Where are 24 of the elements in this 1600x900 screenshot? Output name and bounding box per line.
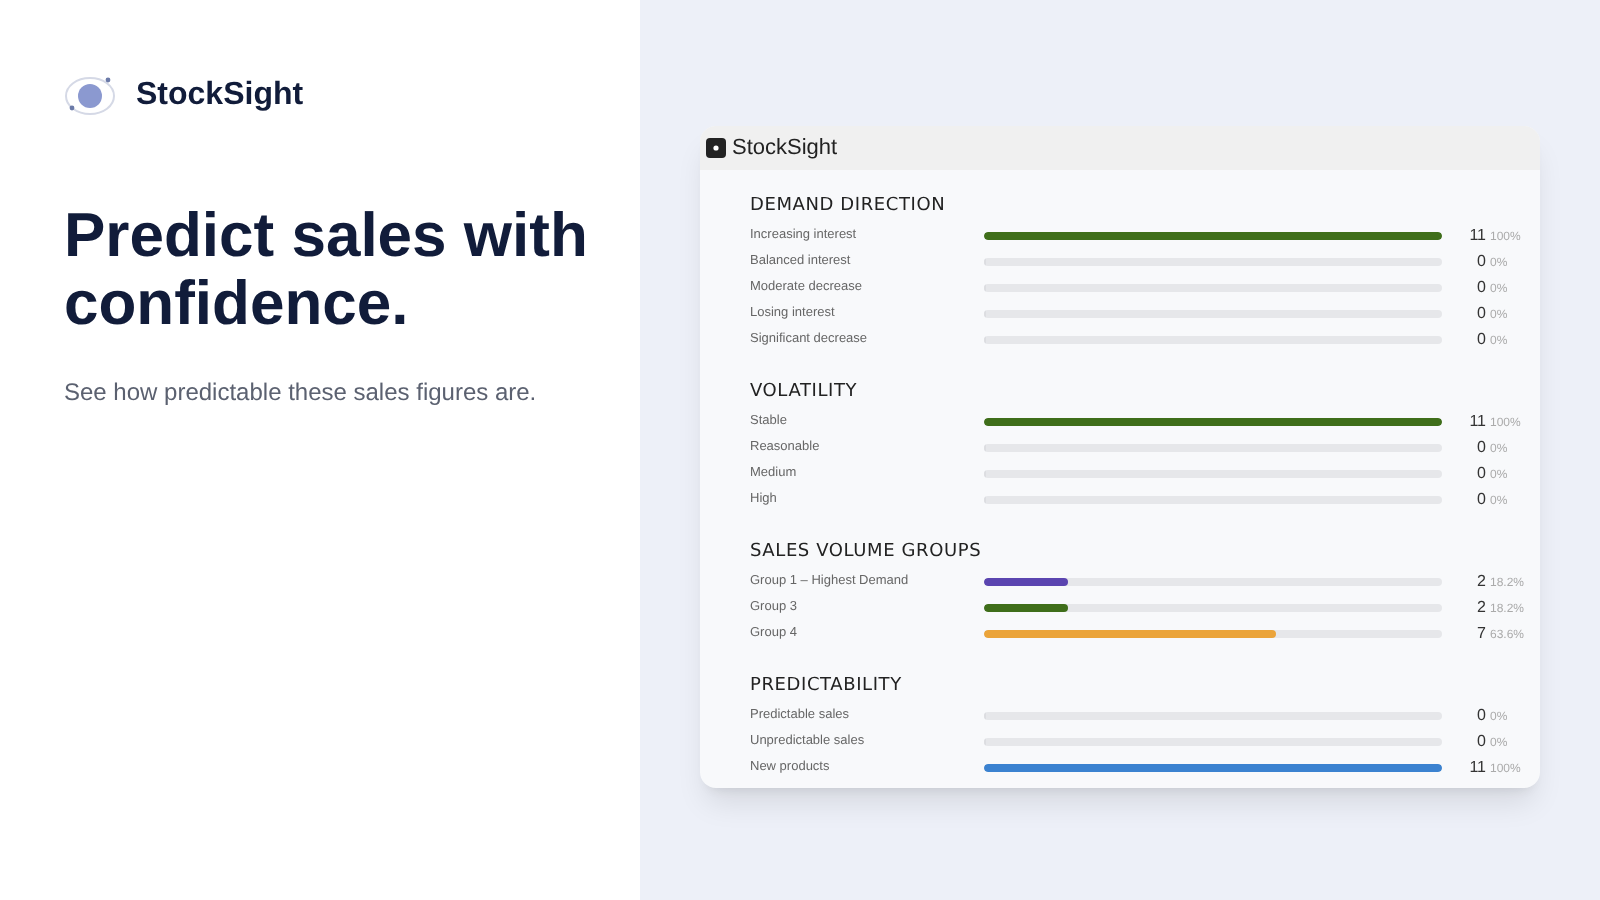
section-title: PREDICTABILITY [750,674,902,700]
count: 7 [1477,621,1486,645]
app-logo-icon [706,138,726,158]
count: 0 [1477,435,1486,459]
count: 0 [1477,327,1486,351]
count: 2 [1477,569,1486,593]
headline: Predict sales with confidence. [64,202,590,338]
section-title: VOLATILITY [750,380,858,406]
count: 0 [1477,729,1486,753]
count: 2 [1477,595,1486,619]
subtitle: See how predictable these sales figures are. [64,376,539,410]
app-title: StockSight [732,133,838,164]
count: 11 [1469,755,1486,779]
count: 0 [1477,275,1486,299]
section-title: SALES VOLUME GROUPS [750,540,982,566]
count: 11 [1469,223,1486,247]
count: 0 [1477,249,1486,273]
count: 0 [1477,461,1486,485]
count: 11 [1469,409,1486,433]
count: 0 [1477,301,1486,325]
count: 0 [1477,703,1486,727]
count: 0 [1477,487,1486,511]
brand-name: StockSight [136,76,304,116]
section-title: DEMAND DIRECTION [750,194,946,220]
